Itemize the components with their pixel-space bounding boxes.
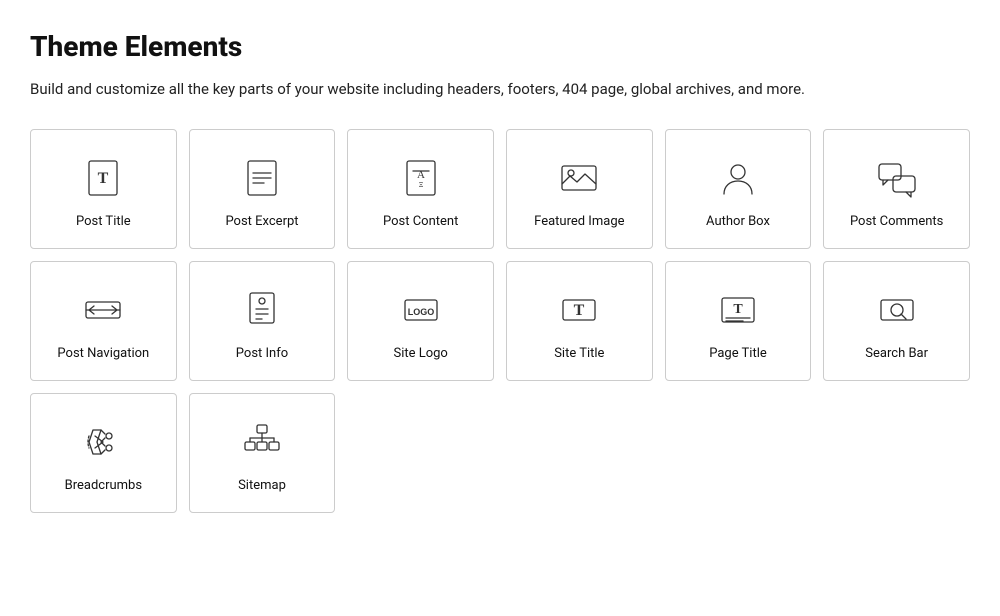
row-2-grid: Post Navigation Post Info LOGO Site Logo — [30, 261, 970, 381]
author-box-icon — [714, 154, 762, 202]
card-post-navigation[interactable]: Post Navigation — [30, 261, 177, 381]
post-excerpt-label: Post Excerpt — [225, 214, 298, 231]
row-3-grid: Breadcrumbs Sitemap — [30, 393, 970, 513]
card-post-content[interactable]: A Ξ Post Content — [347, 129, 494, 249]
breadcrumbs-icon — [79, 418, 127, 466]
author-box-label: Author Box — [706, 214, 770, 231]
svg-text:T: T — [574, 302, 585, 319]
card-post-title[interactable]: T Post Title — [30, 129, 177, 249]
card-site-logo[interactable]: LOGO Site Logo — [347, 261, 494, 381]
breadcrumbs-label: Breadcrumbs — [65, 478, 142, 495]
post-info-label: Post Info — [236, 346, 288, 363]
card-featured-image[interactable]: Featured Image — [506, 129, 653, 249]
post-content-label: Post Content — [383, 214, 458, 231]
card-author-box[interactable]: Author Box — [665, 129, 812, 249]
search-bar-label: Search Bar — [865, 346, 928, 363]
card-search-bar[interactable]: Search Bar — [823, 261, 970, 381]
card-post-comments[interactable]: Post Comments — [823, 129, 970, 249]
card-sitemap[interactable]: Sitemap — [189, 393, 336, 513]
card-post-excerpt[interactable]: Post Excerpt — [189, 129, 336, 249]
sitemap-icon — [238, 418, 286, 466]
post-navigation-label: Post Navigation — [57, 346, 149, 363]
page-title: Theme Elements — [30, 30, 970, 63]
post-title-icon: T — [79, 154, 127, 202]
post-excerpt-icon — [238, 154, 286, 202]
search-bar-icon — [873, 286, 921, 334]
site-logo-label: Site Logo — [393, 346, 447, 363]
post-title-label: Post Title — [76, 214, 131, 231]
svg-text:LOGO: LOGO — [407, 307, 434, 317]
featured-image-label: Featured Image — [534, 214, 624, 231]
post-content-icon: A Ξ — [397, 154, 445, 202]
card-post-info[interactable]: Post Info — [189, 261, 336, 381]
site-title-label: Site Title — [554, 346, 604, 363]
svg-text:T: T — [733, 302, 743, 317]
post-comments-label: Post Comments — [850, 214, 943, 231]
svg-text:T: T — [98, 170, 109, 187]
page-title-label: Page Title — [709, 346, 767, 363]
card-site-title[interactable]: T Site Title — [506, 261, 653, 381]
svg-text:Ξ: Ξ — [418, 181, 423, 189]
card-breadcrumbs[interactable]: Breadcrumbs — [30, 393, 177, 513]
site-title-icon: T — [555, 286, 603, 334]
post-comments-icon — [873, 154, 921, 202]
post-navigation-icon — [79, 286, 127, 334]
sitemap-label: Sitemap — [238, 478, 286, 495]
page-title-icon: T — [714, 286, 762, 334]
site-logo-icon: LOGO — [397, 286, 445, 334]
featured-image-icon — [555, 154, 603, 202]
page-description: Build and customize all the key parts of… — [30, 77, 970, 101]
card-page-title[interactable]: T Page Title — [665, 261, 812, 381]
post-info-icon — [238, 286, 286, 334]
row-1-grid: T Post Title Post Excerpt A Ξ Post Con — [30, 129, 970, 249]
